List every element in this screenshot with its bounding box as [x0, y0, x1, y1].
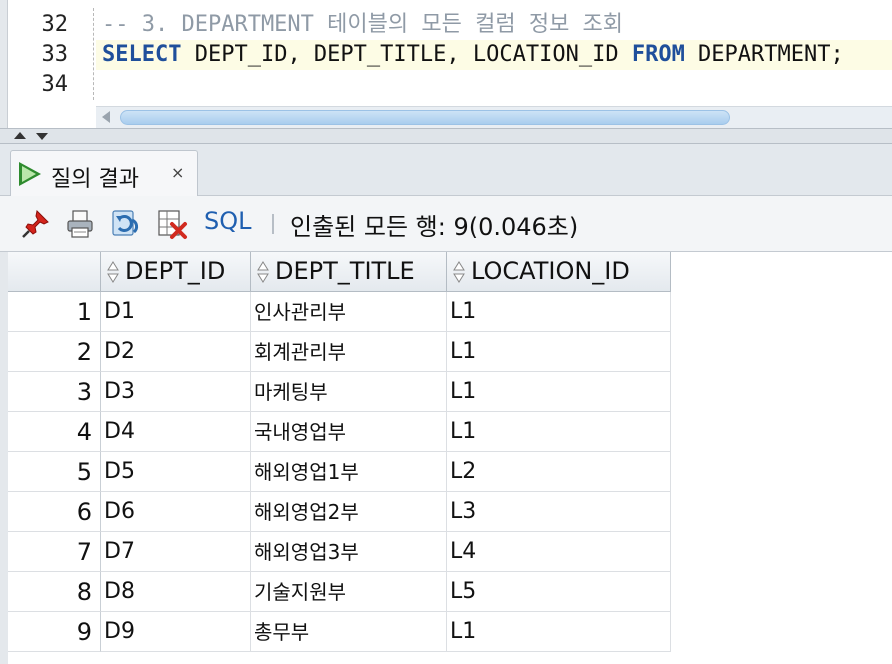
editor-horizontal-scrollbar[interactable]: [96, 106, 892, 128]
sort-icon[interactable]: [453, 260, 465, 284]
table-row[interactable]: 2 D2 회계관리부 L1: [8, 332, 671, 372]
sql-keyword-select: SELECT: [102, 42, 182, 67]
column-header-label: DEPT_ID: [125, 257, 226, 285]
cell-dept-id[interactable]: D1: [101, 292, 251, 332]
code-comment-line[interactable]: -- 3. DEPARTMENT 테이블의 모든 컬럼 정보 조회: [102, 10, 623, 40]
cell-location-id[interactable]: L3: [447, 492, 671, 532]
cell-dept-title[interactable]: 총무부: [251, 612, 447, 652]
delete-export-icon[interactable]: [156, 208, 188, 240]
cell-dept-title[interactable]: 해외영업3부: [251, 532, 447, 572]
cell-location-id[interactable]: L1: [447, 372, 671, 412]
row-number: 4: [8, 412, 101, 452]
results-toolbar: SQL 인출된 모든 행: 9(0.046초): [0, 196, 892, 252]
row-number: 1: [8, 292, 101, 332]
cell-dept-id[interactable]: D7: [101, 532, 251, 572]
cell-location-id[interactable]: L2: [447, 452, 671, 492]
cell-dept-id[interactable]: D3: [101, 372, 251, 412]
cell-dept-id[interactable]: D5: [101, 452, 251, 492]
panel-splitter[interactable]: [0, 128, 892, 144]
tab-query-result[interactable]: 질의 결과 ×: [10, 150, 198, 196]
cell-location-id[interactable]: L1: [447, 612, 671, 652]
line-number: 34: [41, 72, 69, 97]
cell-dept-id[interactable]: D2: [101, 332, 251, 372]
table-row[interactable]: 5 D5 해외영업1부 L2: [8, 452, 671, 492]
cell-dept-title[interactable]: 국내영업부: [251, 412, 447, 452]
cell-location-id[interactable]: L1: [447, 332, 671, 372]
cell-dept-title[interactable]: 해외영업1부: [251, 452, 447, 492]
row-number: 3: [8, 372, 101, 412]
scrollbar-thumb[interactable]: [120, 110, 730, 125]
table-row[interactable]: 3 D3 마케팅부 L1: [8, 372, 671, 412]
cell-dept-id[interactable]: D4: [101, 412, 251, 452]
line-number-gutter: 32 33 34: [8, 0, 72, 104]
column-header-dept-title[interactable]: DEPT_TITLE: [251, 252, 447, 292]
cell-dept-id[interactable]: D6: [101, 492, 251, 532]
row-number-header: [8, 252, 101, 292]
table-row[interactable]: 1 D1 인사관리부 L1: [8, 292, 671, 332]
column-header-label: DEPT_TITLE: [275, 257, 415, 285]
cell-location-id[interactable]: L1: [447, 412, 671, 452]
sort-icon[interactable]: [107, 260, 119, 284]
cell-dept-title[interactable]: 인사관리부: [251, 292, 447, 332]
editor-margin: [0, 0, 8, 128]
cell-dept-title[interactable]: 회계관리부: [251, 332, 447, 372]
sql-columns: DEPT_ID, DEPT_TITLE, LOCATION_ID: [181, 42, 632, 67]
cell-location-id[interactable]: L1: [447, 292, 671, 332]
table-row[interactable]: 8 D8 기술지원부 L5: [8, 572, 671, 612]
collapse-up-icon[interactable]: [14, 132, 26, 139]
code-sql-line[interactable]: SELECT DEPT_ID, DEPT_TITLE, LOCATION_ID …: [102, 40, 844, 70]
row-number: 9: [8, 612, 101, 652]
cell-dept-id[interactable]: D8: [101, 572, 251, 612]
table-row[interactable]: 9 D9 총무부 L1: [8, 612, 671, 652]
sql-editor[interactable]: 32 33 34 -- 3. DEPARTMENT 테이블의 모든 컬럼 정보 …: [0, 0, 892, 128]
column-header-dept-id[interactable]: DEPT_ID: [101, 252, 251, 292]
table-row[interactable]: 4 D4 국내영업부 L1: [8, 412, 671, 452]
sort-icon[interactable]: [257, 260, 269, 284]
line-number: 33: [41, 42, 69, 67]
table-row[interactable]: 6 D6 해외영업2부 L3: [8, 492, 671, 532]
cell-dept-id[interactable]: D9: [101, 612, 251, 652]
row-number: 6: [8, 492, 101, 532]
cell-dept-title[interactable]: 해외영업2부: [251, 492, 447, 532]
cell-location-id[interactable]: L4: [447, 532, 671, 572]
row-number: 8: [8, 572, 101, 612]
run-result-icon-highlight: [22, 166, 36, 182]
tab-label: 질의 결과: [51, 167, 139, 192]
fetch-status: 인출된 모든 행: 9(0.046초): [290, 213, 579, 241]
scroll-left-arrow-icon[interactable]: [102, 111, 110, 123]
sql-table: DEPARTMENT;: [684, 42, 844, 67]
row-number: 7: [8, 532, 101, 572]
cell-dept-title[interactable]: 마케팅부: [251, 372, 447, 412]
table-row[interactable]: 7 D7 해외영업3부 L4: [8, 532, 671, 572]
tab-close-icon[interactable]: ×: [171, 163, 184, 182]
row-number: 2: [8, 332, 101, 372]
toolbar-separator: [272, 214, 274, 234]
print-icon[interactable]: [64, 208, 96, 240]
column-header-location-id[interactable]: LOCATION_ID: [447, 252, 671, 292]
results-tab-bar: 질의 결과 ×: [0, 144, 892, 196]
collapse-down-icon[interactable]: [36, 133, 48, 140]
line-number: 32: [41, 12, 69, 37]
row-number: 5: [8, 452, 101, 492]
column-header-label: LOCATION_ID: [471, 257, 630, 285]
grid-header: DEPT_ID DEPT_TITLE LOCATION_ID: [8, 252, 892, 292]
results-grid[interactable]: DEPT_ID DEPT_TITLE LOCATION_ID 1 D1 인사관리…: [8, 252, 892, 664]
sql-link[interactable]: SQL: [204, 207, 252, 235]
grid-margin: [0, 252, 8, 664]
cell-location-id[interactable]: L5: [447, 572, 671, 612]
refresh-icon[interactable]: [110, 208, 142, 240]
sql-keyword-from: FROM: [631, 42, 685, 67]
pin-icon[interactable]: [20, 208, 52, 240]
cell-dept-title[interactable]: 기술지원부: [251, 572, 447, 612]
fold-guide: [93, 8, 94, 100]
